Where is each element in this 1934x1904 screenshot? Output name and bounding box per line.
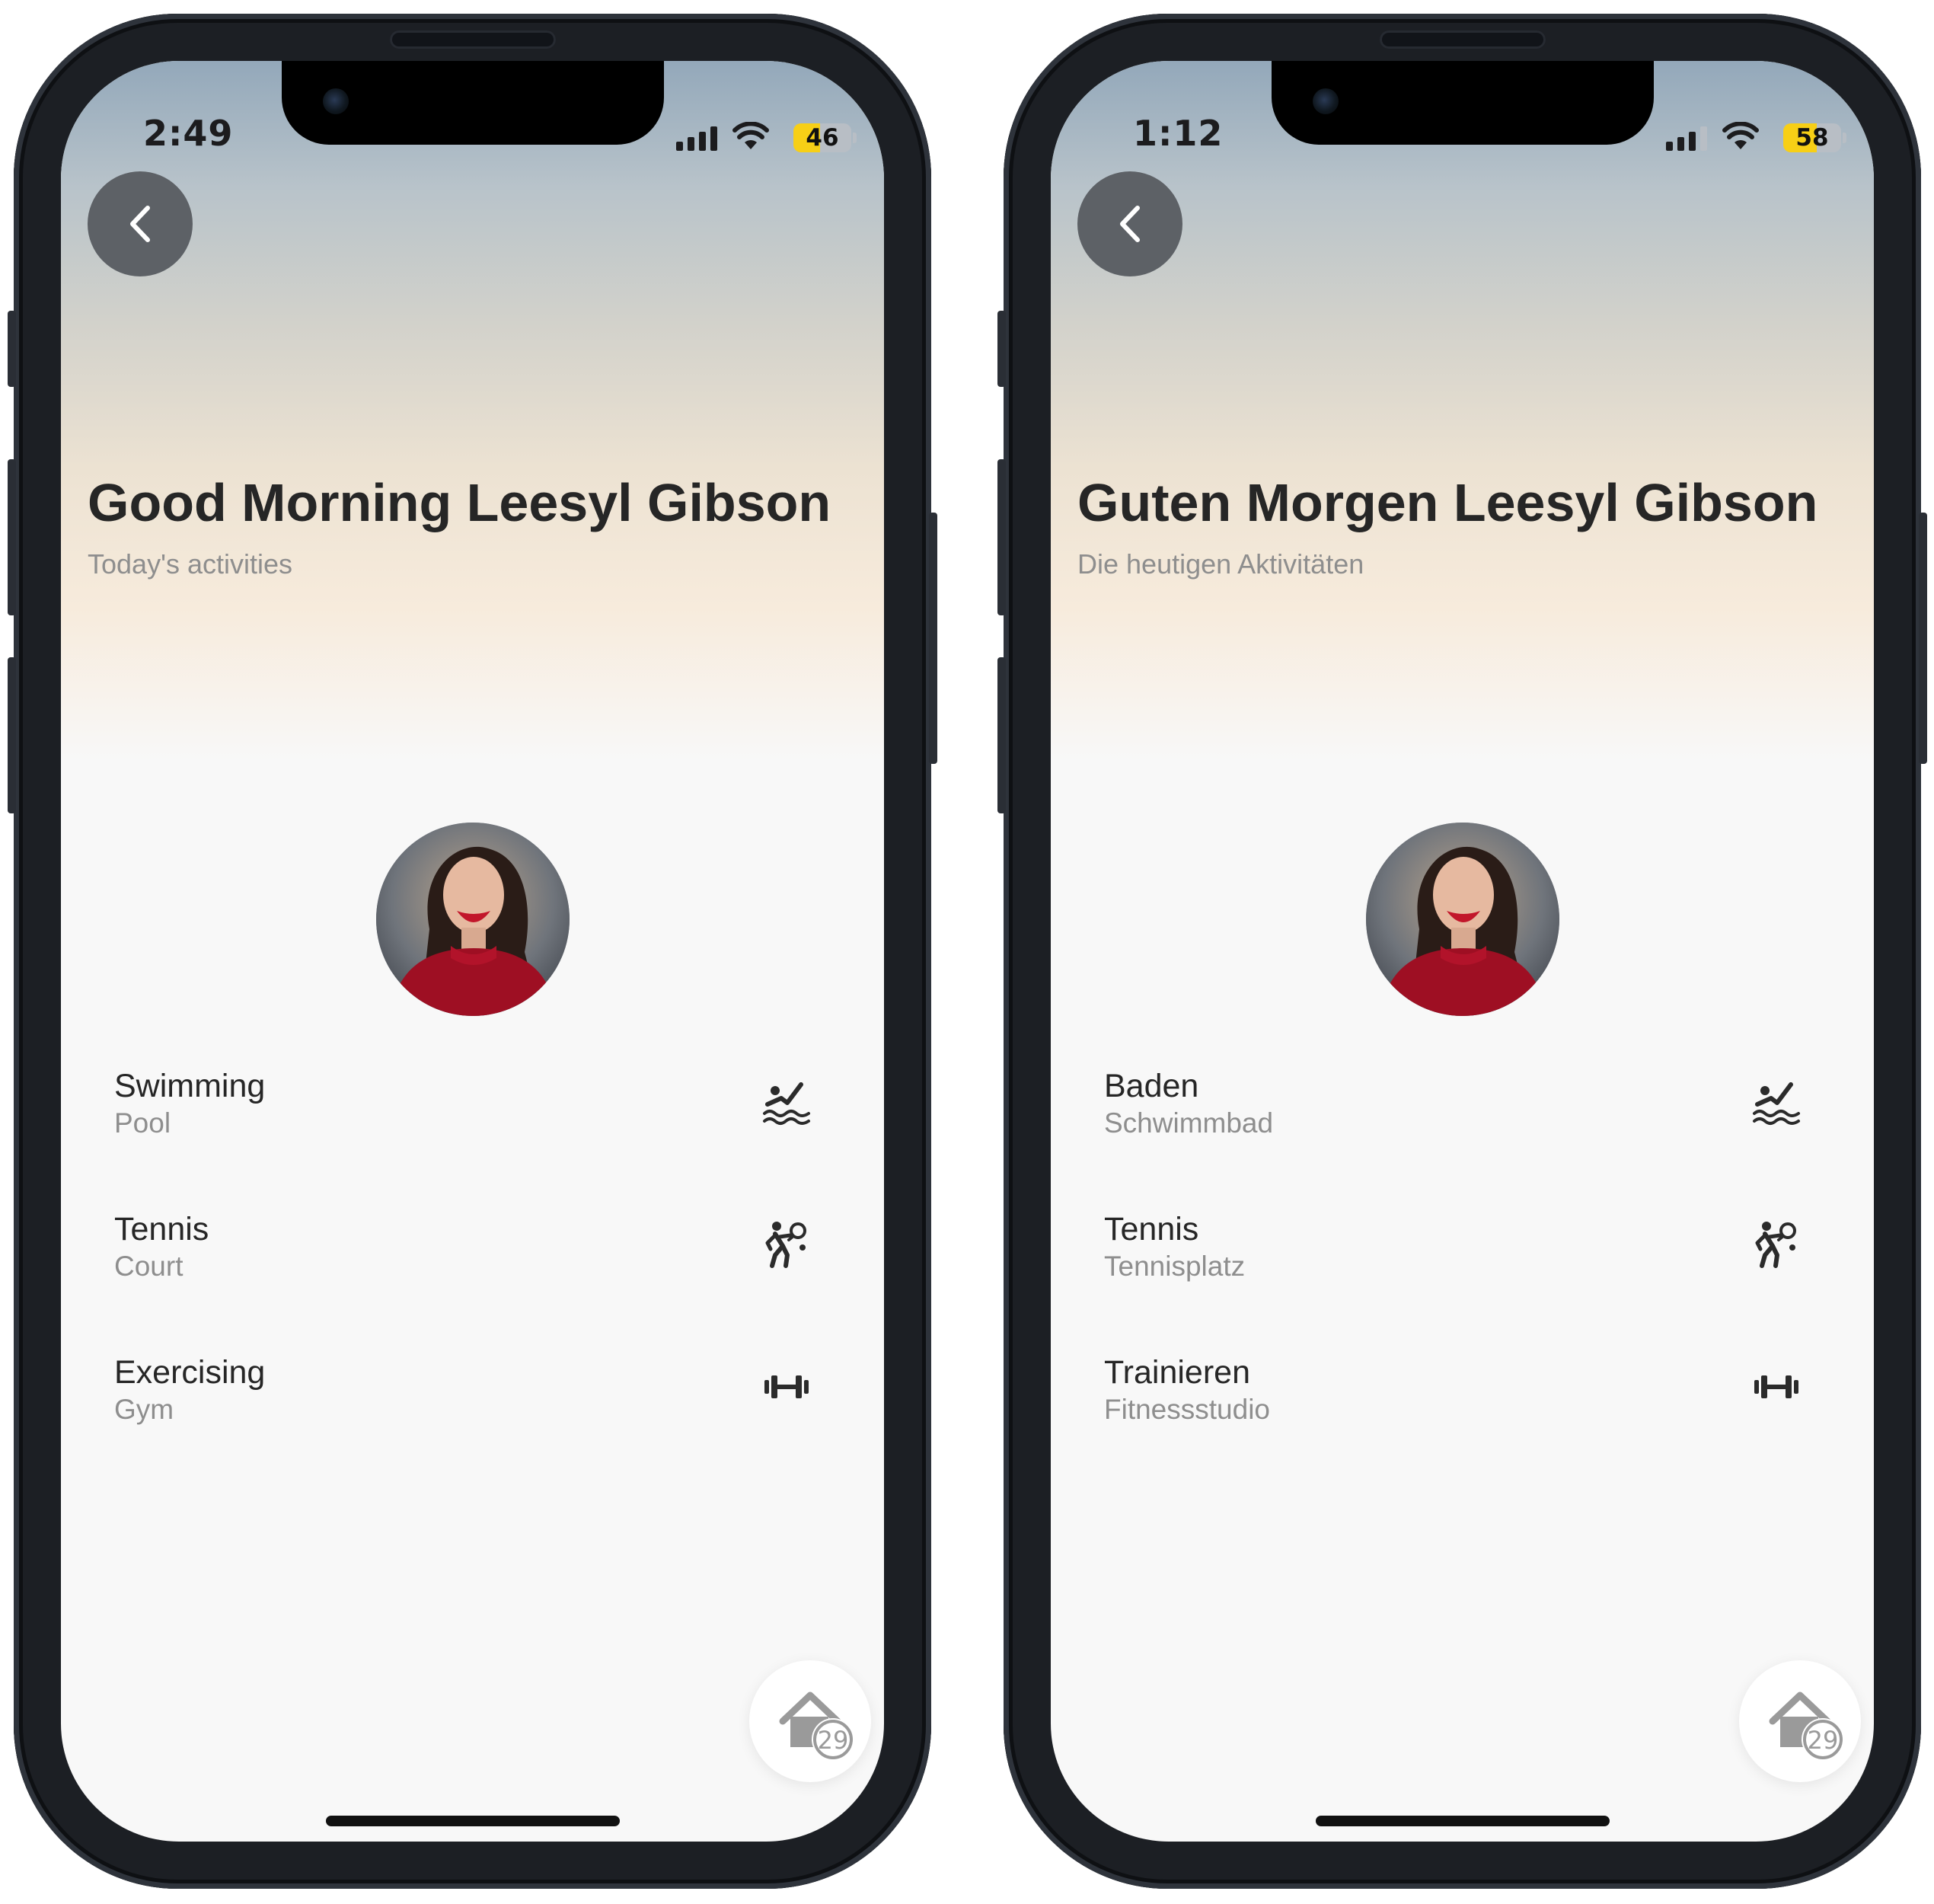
volume-down-button: [8, 657, 16, 813]
swimming-icon: [1753, 1082, 1800, 1125]
activity-title: Tennis: [114, 1211, 209, 1248]
back-button[interactable]: [88, 171, 193, 276]
home-button[interactable]: 29: [1739, 1660, 1861, 1782]
activity-list: Baden Schwimmbad Tennis Tennisplatz Trai…: [1104, 1068, 1802, 1497]
notch: [1272, 61, 1654, 145]
activity-title: Exercising: [114, 1354, 266, 1391]
tennis-icon: [1755, 1222, 1796, 1268]
activity-title: Baden: [1104, 1068, 1199, 1104]
phone-english: 2:49 46 Good Morning Leesyl Gibson Today…: [8, 14, 937, 1889]
home-icon: 29: [779, 1692, 854, 1761]
activity-title: Trainieren: [1104, 1354, 1250, 1391]
comparison-canvas: 2:49 46 Good Morning Leesyl Gibson Today…: [0, 0, 1934, 1904]
activities-subtitle: Die heutigen Aktivitäten: [1077, 548, 1364, 580]
activity-title: Swimming: [114, 1068, 266, 1104]
volume-up-button: [997, 459, 1006, 615]
chevron-left-icon: [1120, 206, 1140, 242]
chevron-left-icon: [130, 206, 150, 242]
volume-up-button: [8, 459, 16, 615]
volume-down-button: [997, 657, 1006, 813]
battery-percent: 58: [1795, 124, 1829, 152]
activity-place: Schwimmbad: [1104, 1107, 1274, 1139]
home-button[interactable]: 29: [749, 1660, 871, 1782]
activity-list: Swimming Pool Tennis Court Exercising Gy…: [114, 1068, 812, 1497]
status-time: 2:49: [143, 113, 234, 154]
home-indicator[interactable]: [326, 1816, 620, 1826]
power-button: [1919, 513, 1927, 764]
phone-german: 1:12 58 Guten Morgen Leesyl Gibson Die h…: [997, 14, 1927, 1889]
dumbbell-icon: [1754, 1375, 1798, 1398]
battery-indicator: 58: [1783, 123, 1841, 152]
front-camera: [1313, 88, 1339, 114]
back-button[interactable]: [1077, 171, 1182, 276]
activity-row-swimming[interactable]: Swimming Pool: [114, 1068, 812, 1211]
silent-switch: [997, 311, 1006, 387]
activity-row-exercising[interactable]: Exercising Gym: [114, 1354, 812, 1497]
notch: [282, 61, 664, 145]
activity-row-exercising[interactable]: Trainieren Fitnessstudio: [1104, 1354, 1802, 1497]
battery-cap: [1843, 133, 1846, 143]
activities-subtitle: Today's activities: [88, 548, 292, 580]
battery-cap: [853, 133, 857, 143]
avatar: [1366, 823, 1559, 1016]
dumbbell-icon: [764, 1375, 809, 1398]
power-button: [929, 513, 937, 764]
home-badge-count: 29: [818, 1726, 849, 1755]
front-camera: [323, 88, 349, 114]
avatar-photo: [1366, 823, 1559, 1016]
earpiece-speaker: [390, 30, 556, 49]
activity-row-swimming[interactable]: Baden Schwimmbad: [1104, 1068, 1802, 1211]
header-gradient: [61, 61, 884, 762]
app-screen: 2:49 46 Good Morning Leesyl Gibson Today…: [61, 61, 884, 1842]
activity-place: Fitnessstudio: [1104, 1394, 1270, 1425]
battery-percent: 46: [806, 124, 839, 152]
home-icon: 29: [1769, 1692, 1844, 1761]
wifi-icon: [1722, 122, 1759, 149]
home-badge-count: 29: [1808, 1726, 1839, 1755]
header-gradient: [1051, 61, 1874, 762]
app-screen: 1:12 58 Guten Morgen Leesyl Gibson Die h…: [1051, 61, 1874, 1842]
activity-place: Court: [114, 1251, 184, 1282]
signal-icon: [676, 125, 717, 151]
battery-indicator: 46: [793, 123, 851, 152]
greeting-title: Guten Morgen Leesyl Gibson: [1077, 473, 1818, 532]
activity-row-tennis[interactable]: Tennis Court: [114, 1211, 812, 1354]
activity-title: Tennis: [1104, 1211, 1199, 1248]
earpiece-speaker: [1380, 30, 1546, 49]
wifi-icon: [732, 122, 769, 149]
home-indicator[interactable]: [1316, 1816, 1610, 1826]
activity-place: Tennisplatz: [1104, 1251, 1246, 1282]
swimming-icon: [763, 1082, 810, 1125]
avatar-photo: [376, 823, 570, 1016]
tennis-icon: [765, 1222, 806, 1268]
activity-place: Pool: [114, 1107, 171, 1139]
avatar: [376, 823, 570, 1016]
activity-row-tennis[interactable]: Tennis Tennisplatz: [1104, 1211, 1802, 1354]
activity-place: Gym: [114, 1394, 174, 1425]
status-time: 1:12: [1133, 113, 1224, 154]
silent-switch: [8, 311, 16, 387]
greeting-title: Good Morning Leesyl Gibson: [88, 473, 831, 532]
signal-icon: [1666, 125, 1707, 151]
